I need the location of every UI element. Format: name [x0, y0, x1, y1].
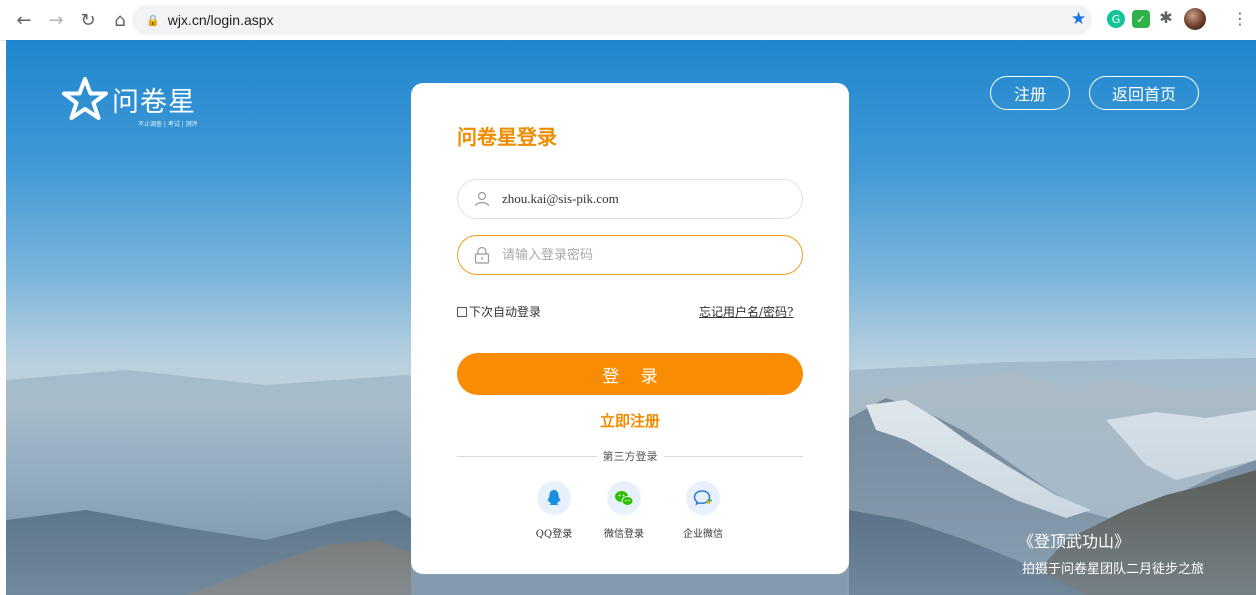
logo-text: 问卷星: [112, 86, 196, 118]
home-icon[interactable]: ⌂: [112, 10, 128, 31]
username-input[interactable]: [500, 190, 784, 208]
browser-menu-icon[interactable]: ⋮: [1232, 9, 1248, 28]
remember-label: 下次自动登录: [469, 305, 542, 319]
wechat-icon: [607, 481, 641, 515]
logo-tagline: 不止调查 | 考试 | 测评: [138, 121, 198, 128]
remember-checkbox[interactable]: [457, 306, 467, 317]
password-field[interactable]: [457, 235, 803, 275]
lock-icon: [472, 246, 492, 264]
puzzle-extensions-icon[interactable]: ✱: [1157, 8, 1175, 27]
reload-icon[interactable]: ↻: [80, 10, 96, 31]
address-bar[interactable]: 🔒 wjx.cn/login.aspx: [132, 5, 1092, 35]
login-title: 问卷星登录: [457, 125, 557, 149]
divider-line: [663, 455, 803, 457]
third-party-divider: 第三方登录: [457, 448, 803, 464]
bookmark-star-icon[interactable]: ★: [1071, 9, 1086, 29]
shield-extension-icon[interactable]: ✓: [1132, 10, 1150, 28]
forward-arrow-icon[interactable]: →: [48, 10, 64, 31]
third-party-label: 第三方登录: [602, 450, 658, 463]
browser-nav: ← → ↻ ⌂: [16, 10, 128, 31]
wechat-login-label: 微信登录: [604, 529, 644, 540]
url-text: wjx.cn/login.aspx: [167, 12, 274, 28]
wecom-icon: [686, 481, 720, 515]
username-field[interactable]: [457, 179, 803, 219]
wjx-logo[interactable]: 问卷星 不止调查 | 考试 | 测评: [62, 76, 198, 128]
photo-caption-title: 《登顶武功山》: [1018, 532, 1131, 551]
wecom-login-button[interactable]: 企业微信: [673, 481, 733, 540]
wecom-login-label: 企业微信: [683, 529, 723, 540]
signup-link[interactable]: 立即注册: [411, 410, 849, 431]
browser-toolbar: ← → ↻ ⌂ 🔒 wjx.cn/login.aspx ★ G ✓ ✱ ⋮: [0, 0, 1256, 41]
login-card: 问卷星登录 下次自动登录 忘记用户名/密码? 登 录 立即注册 第三方登录: [411, 83, 849, 574]
login-page-background: 问卷星 不止调查 | 考试 | 测评 注册 返回首页 问卷星登录 下次自动登录 …: [6, 40, 1256, 595]
lock-icon: 🔒: [146, 13, 160, 27]
login-button[interactable]: 登 录: [457, 353, 803, 395]
photo-caption-subtitle: 拍摄于问卷星团队二月徒步之旅: [1022, 562, 1205, 577]
forgot-password-link[interactable]: 忘记用户名/密码?: [699, 303, 793, 320]
profile-avatar[interactable]: [1184, 8, 1206, 30]
qq-icon: [537, 481, 571, 515]
star-logo-icon: [62, 77, 108, 120]
back-home-button[interactable]: 返回首页: [1089, 76, 1199, 110]
back-arrow-icon[interactable]: ←: [16, 10, 32, 31]
register-button[interactable]: 注册: [990, 76, 1070, 110]
wechat-login-button[interactable]: 微信登录: [594, 481, 654, 540]
grammarly-extension-icon[interactable]: G: [1107, 10, 1125, 28]
user-icon: [472, 191, 492, 207]
remember-me[interactable]: 下次自动登录: [457, 303, 541, 320]
divider-line: [457, 455, 597, 457]
qq-login-label: QQ登录: [535, 529, 573, 540]
password-input[interactable]: [500, 246, 784, 264]
qq-login-button[interactable]: QQ登录: [524, 481, 584, 540]
